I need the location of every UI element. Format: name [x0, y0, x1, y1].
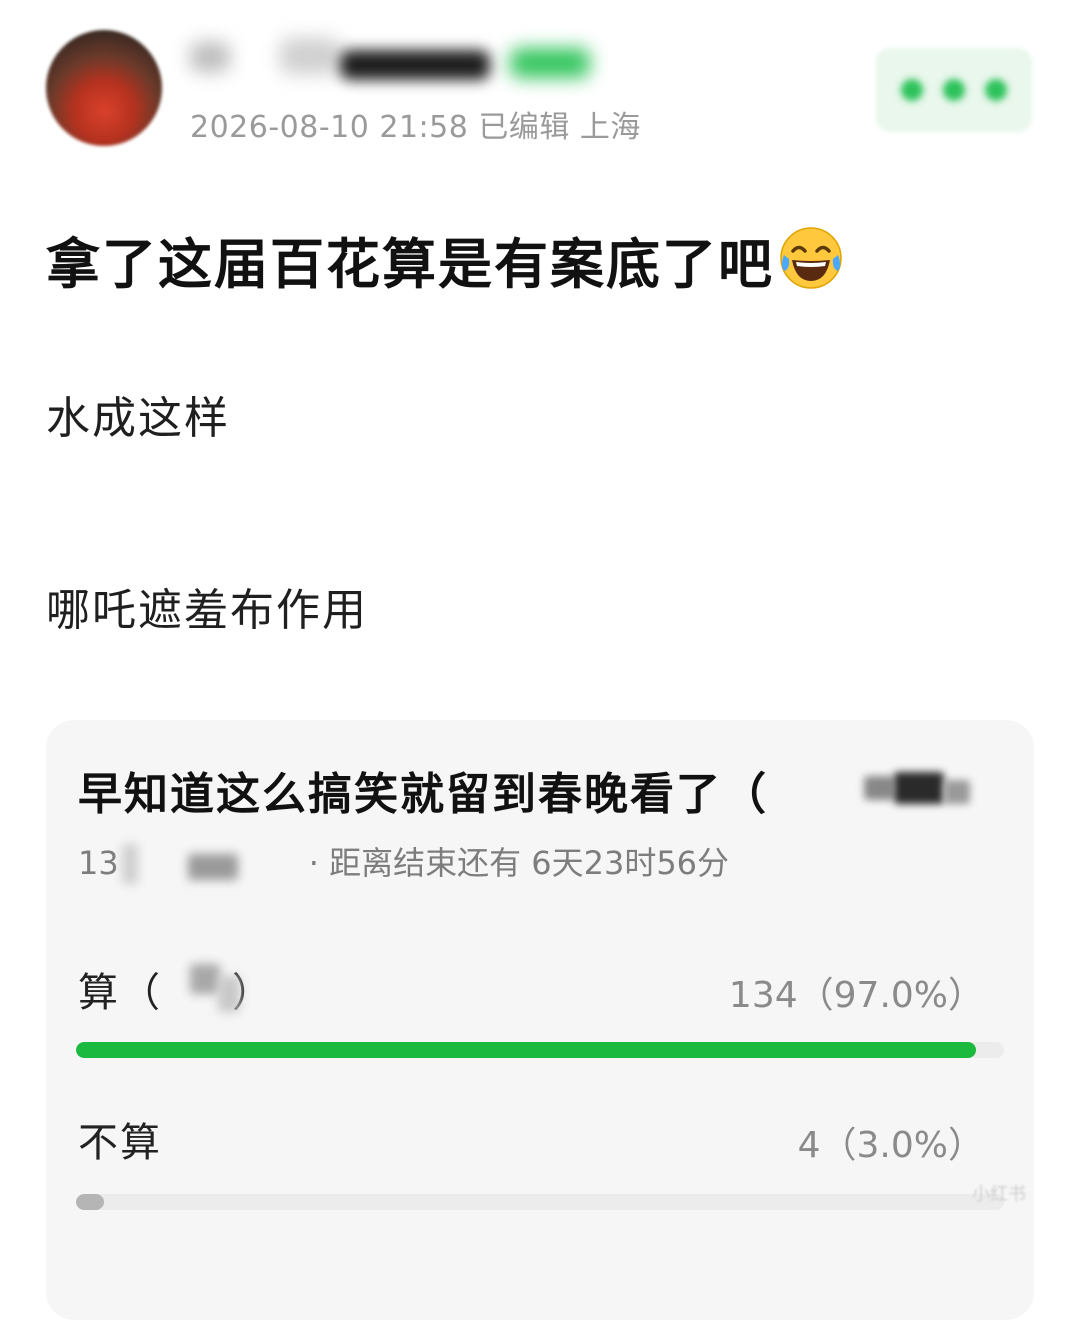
post-body-line: 哪吒遮羞布作用 [46, 585, 368, 636]
redacted-block [190, 964, 220, 994]
poll-option-1-bar-fill [76, 1042, 977, 1058]
post-title: 拿了这届百花算是有案底了吧 [46, 220, 844, 299]
user-avatar[interactable] [46, 30, 162, 146]
username-blurred[interactable] [190, 34, 610, 90]
redacted-block [894, 772, 944, 804]
poll-title: 早知道这么搞笑就留到春晚看了（ [78, 758, 768, 822]
poll-option-2-label[interactable]: 不算 [78, 1110, 162, 1168]
redacted-block [944, 780, 970, 804]
poll-card: 早知道这么搞笑就留到春晚看了（ 13 · 距离结束还有 6天23时56分 算（） … [46, 720, 1034, 1320]
redacted-block [864, 776, 894, 800]
poll-option-1-count: 134（97.0%） [728, 975, 984, 1016]
poll-title-text: 早知道这么搞笑就留到春晚看了（ [78, 769, 768, 820]
poll-meta: 13 · 距离结束还有 6天23时56分 [78, 838, 729, 884]
poll-countdown: · 距离结束还有 6天23时56分 [308, 844, 730, 882]
tears-of-joy-emoji-icon [780, 227, 842, 289]
poll-option-2-bar-fill [76, 1194, 104, 1210]
post-meta: 2026-08-10 21:58 已编辑 上海 [190, 110, 641, 145]
post-body-line: 水成这样 [46, 393, 230, 444]
poll-option-2-bar [76, 1194, 1004, 1210]
post-title-text: 拿了这届百花算是有案底了吧 [46, 233, 774, 296]
watermark: 小红书 [972, 1184, 1026, 1205]
redacted-block [218, 976, 240, 1012]
follow-dot-icon [901, 79, 923, 101]
poll-option-1-label[interactable]: 算（） [78, 960, 274, 1018]
follow-dot-icon [985, 79, 1007, 101]
poll-option-1-bar [76, 1042, 1004, 1058]
poll-option-2-count: 4（3.0%） [797, 1125, 984, 1166]
follow-button[interactable] [876, 48, 1032, 132]
follow-dot-icon [943, 79, 965, 101]
redacted-block [188, 854, 238, 880]
poll-participants: 13 [78, 844, 119, 882]
redacted-block [122, 844, 138, 884]
